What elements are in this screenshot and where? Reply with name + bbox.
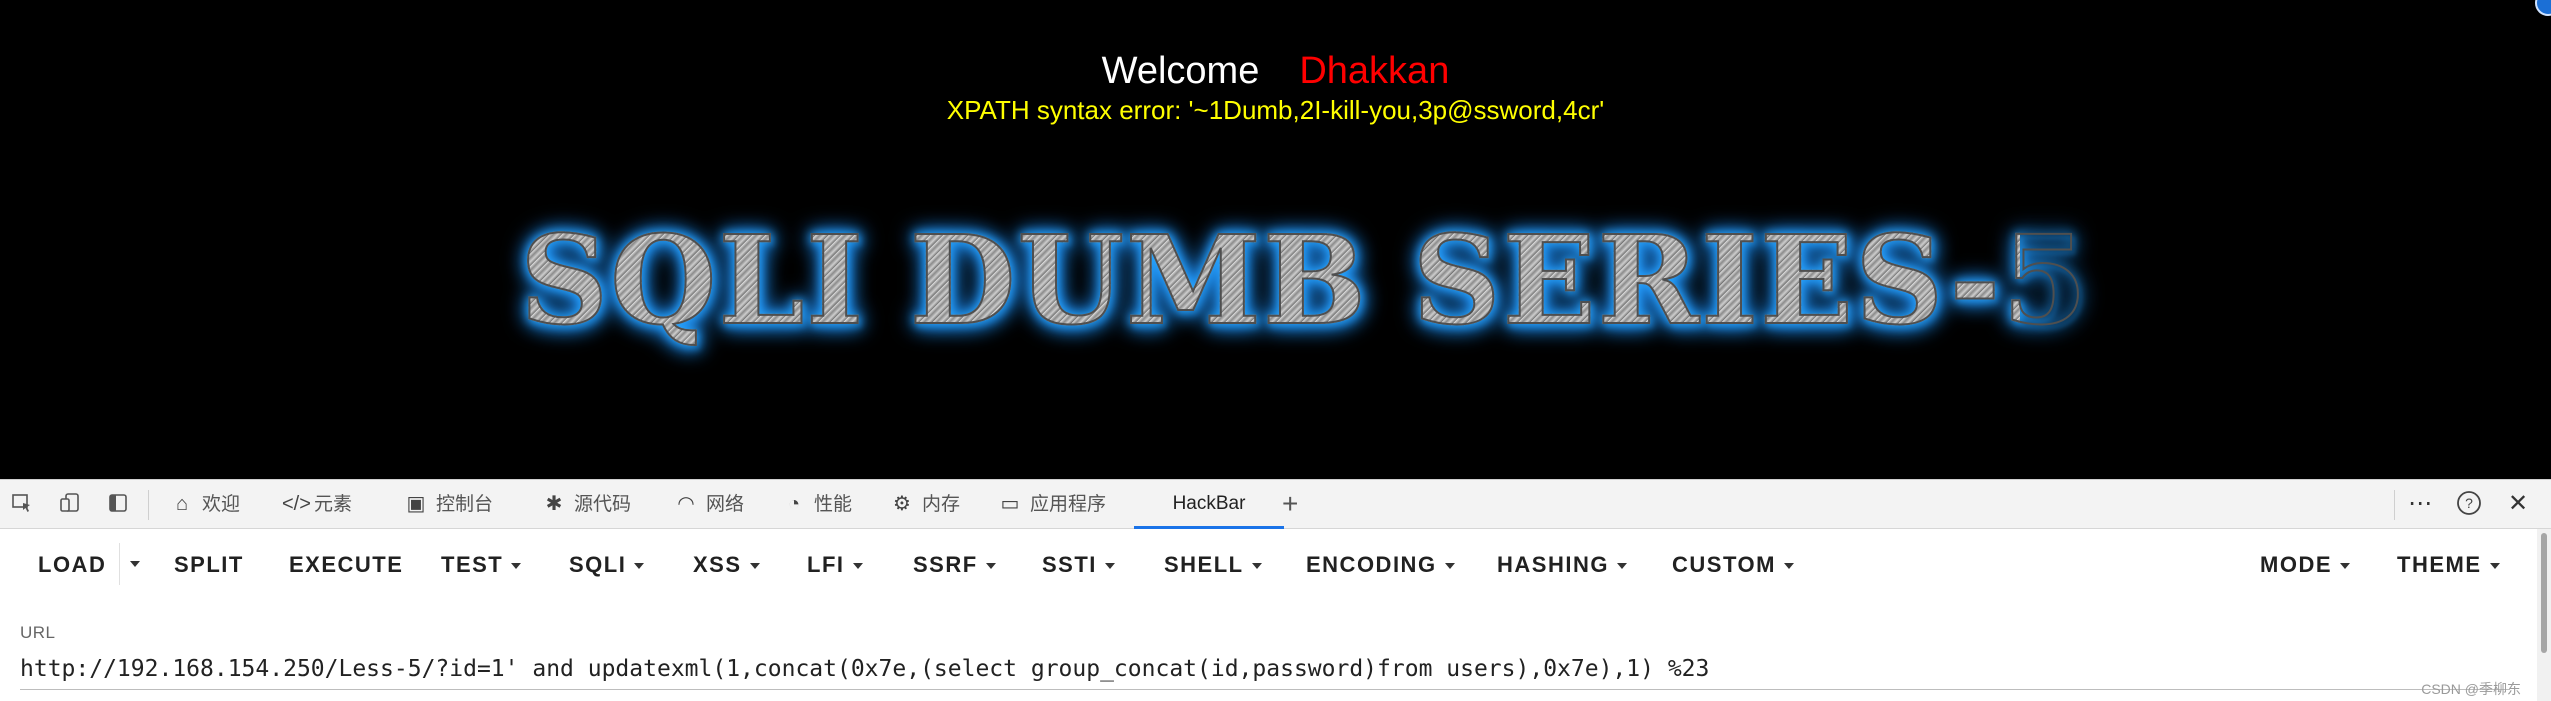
chevron-down-icon — [511, 563, 522, 570]
more-icon[interactable]: ⋯ — [2408, 490, 2433, 518]
ssti-menu-button[interactable]: SSTI — [1042, 551, 1115, 579]
chevron-down-icon — [1104, 563, 1115, 570]
load-button[interactable]: LOAD — [38, 551, 106, 579]
xss-label: XSS — [693, 552, 742, 577]
url-section: URL CSDN @季柳东 — [0, 605, 2537, 701]
toolbar-divider — [2394, 490, 2395, 520]
chevron-down-icon — [985, 563, 996, 570]
tab-performance[interactable]: ◔ 性能 — [782, 480, 852, 528]
chevron-down-icon — [1444, 563, 1455, 570]
tab-label: 元素 — [314, 494, 353, 515]
lfi-label: LFI — [807, 552, 845, 577]
welcome-text: Welcome — [1101, 50, 1260, 92]
mode-label: MODE — [2260, 552, 2332, 577]
ssrf-label: SSRF — [913, 552, 978, 577]
hackbar-toolbar: LOAD SPLIT EXECUTE TEST SQLI XSS LFI SSR… — [0, 529, 2537, 599]
chevron-down-icon — [2489, 563, 2500, 570]
shell-label: SHELL — [1164, 552, 1244, 577]
devtools-tab-strip: ⌂ 欢迎 </> 元素 ▣ 控制台 ✱ 源代码 ◠ 网络 ◔ 性能 ⚙ 内存 ▭ 应用程序 Ha… — [0, 479, 2551, 529]
load-dropdown-caret-icon[interactable] — [130, 561, 140, 567]
wifi-icon: ◠ — [677, 493, 695, 515]
custom-menu-button[interactable]: CUSTOM — [1672, 551, 1794, 579]
svg-text:?: ? — [2465, 495, 2473, 511]
home-icon: ⌂ — [175, 493, 189, 515]
help-icon[interactable]: ? — [2456, 490, 2482, 523]
hashing-label: HASHING — [1497, 552, 1609, 577]
chevron-down-icon — [1251, 563, 1262, 570]
dock-side-icon[interactable] — [106, 492, 130, 516]
chevron-down-icon — [1616, 563, 1627, 570]
corner-badge-icon — [2535, 0, 2551, 16]
sqli-banner-title: SQLI DUMB SERIES-5 — [519, 200, 2088, 360]
load-divider — [119, 543, 120, 585]
url-input[interactable] — [20, 649, 2510, 690]
close-icon[interactable]: ✕ — [2508, 490, 2528, 518]
watermark-text: CSDN @季柳东 — [2421, 681, 2521, 697]
gear-icon: ⚙ — [893, 493, 911, 515]
tab-label: 控制台 — [436, 494, 494, 515]
test-label: TEST — [441, 552, 504, 577]
chevron-down-icon — [1783, 563, 1794, 570]
welcome-line: Welcome Dhakkan — [0, 45, 2551, 97]
tab-label: 欢迎 — [202, 494, 241, 515]
code-icon: </> — [282, 493, 311, 515]
tab-label: 内存 — [922, 494, 961, 515]
page-viewport: Welcome Dhakkan XPATH syntax error: '~1Du… — [0, 0, 2551, 479]
tab-hackbar[interactable]: HackBar — [1134, 480, 1284, 529]
url-label: URL — [20, 623, 56, 642]
tab-memory[interactable]: ⚙ 内存 — [890, 480, 960, 528]
add-tab-icon[interactable]: + — [1282, 488, 1298, 520]
tab-label: 性能 — [814, 494, 853, 515]
test-menu-button[interactable]: TEST — [441, 551, 522, 579]
bug-icon: ✱ — [545, 493, 563, 515]
chevron-down-icon — [852, 563, 863, 570]
theme-label: THEME — [2397, 552, 2482, 577]
tab-application[interactable]: ▭ 应用程序 — [998, 480, 1106, 528]
lfi-menu-button[interactable]: LFI — [807, 551, 863, 579]
tab-welcome[interactable]: ⌂ 欢迎 — [170, 480, 240, 528]
xss-menu-button[interactable]: XSS — [693, 551, 760, 579]
custom-label: CUSTOM — [1672, 552, 1776, 577]
theme-menu-button[interactable]: THEME — [2397, 551, 2500, 579]
tab-label: 源代码 — [574, 494, 632, 515]
inspect-element-icon[interactable] — [10, 492, 34, 516]
execute-button[interactable]: EXECUTE — [289, 551, 403, 579]
shell-menu-button[interactable]: SHELL — [1164, 551, 1262, 579]
scrollbar-thumb[interactable] — [2541, 533, 2547, 653]
tab-label: 网络 — [706, 494, 745, 515]
tab-elements[interactable]: </> 元素 — [282, 480, 352, 528]
ssrf-menu-button[interactable]: SSRF — [913, 551, 996, 579]
device-emulation-icon[interactable] — [58, 492, 82, 516]
encoding-menu-button[interactable]: ENCODING — [1306, 551, 1455, 579]
sqli-label: SQLI — [569, 552, 627, 577]
xpath-error-message: XPATH syntax error: '~1Dumb,2I-kill-you,… — [946, 95, 1605, 125]
hashing-menu-button[interactable]: HASHING — [1497, 551, 1627, 579]
mode-menu-button[interactable]: MODE — [2260, 551, 2350, 579]
tab-label: 应用程序 — [1030, 494, 1107, 515]
encoding-label: ENCODING — [1306, 552, 1437, 577]
username-text: Dhakkan — [1299, 50, 1450, 92]
toolbar-divider — [148, 490, 149, 520]
tab-sources[interactable]: ✱ 源代码 — [542, 480, 631, 528]
ssti-label: SSTI — [1042, 552, 1097, 577]
sqli-menu-button[interactable]: SQLI — [569, 551, 645, 579]
chevron-down-icon — [749, 563, 760, 570]
chevron-down-icon — [634, 563, 645, 570]
console-icon: ▣ — [406, 493, 426, 515]
tab-console[interactable]: ▣ 控制台 — [404, 480, 493, 528]
panel-scrollbar[interactable] — [2537, 529, 2551, 701]
tab-label: HackBar — [1172, 493, 1246, 514]
chevron-down-icon — [2340, 563, 2350, 570]
split-button[interactable]: SPLIT — [174, 551, 244, 579]
window-icon: ▭ — [1000, 493, 1020, 515]
tab-network[interactable]: ◠ 网络 — [674, 480, 744, 528]
gauge-icon: ◔ — [787, 493, 801, 515]
